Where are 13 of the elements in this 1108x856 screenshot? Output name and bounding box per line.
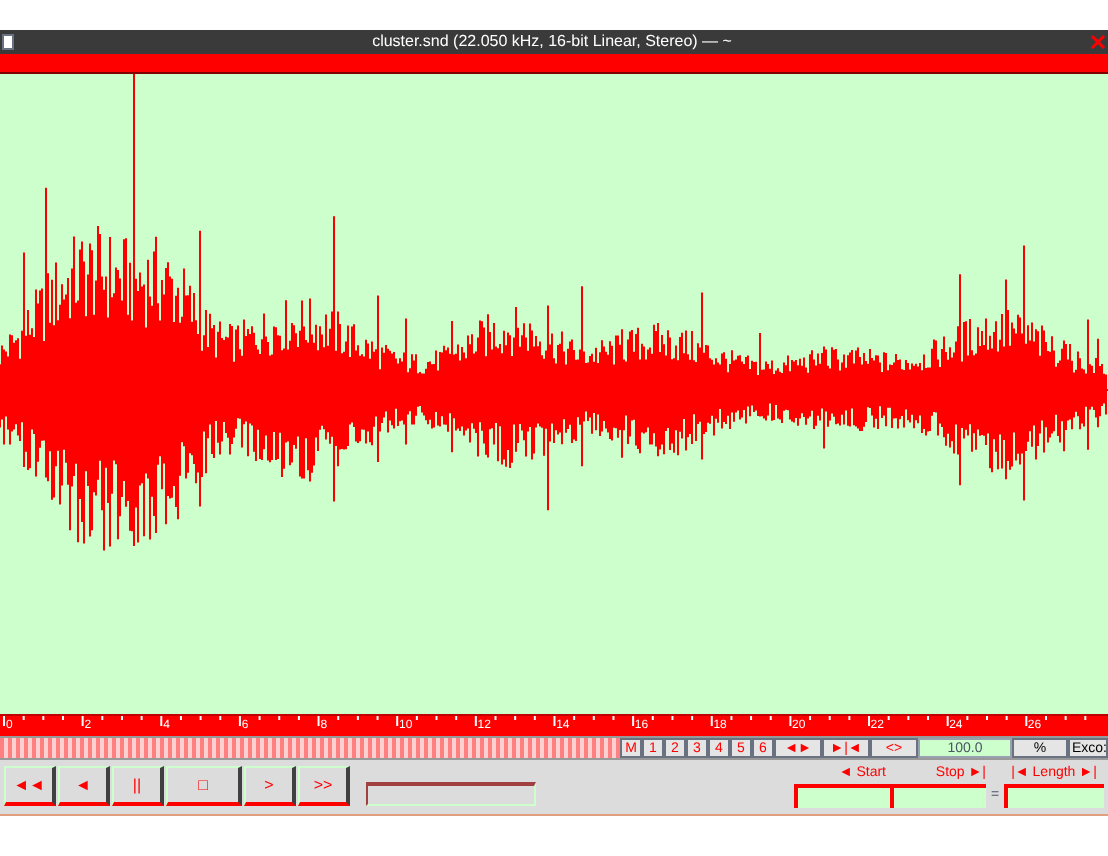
close-icon[interactable]	[1090, 34, 1106, 50]
transport-button[interactable]: □	[166, 766, 242, 806]
transport-button[interactable]: ◄◄	[4, 766, 56, 806]
window-title: cluster.snd (22.050 kHz, 16-bit Linear, Stereo) — ~	[370, 30, 734, 54]
length-field[interactable]	[1004, 784, 1104, 808]
transport-button[interactable]: >	[244, 766, 296, 806]
input-field[interactable]	[366, 782, 536, 806]
transport-button[interactable]: ◄	[58, 766, 110, 806]
window-menu-icon[interactable]	[2, 34, 14, 50]
stop-field[interactable]	[890, 784, 986, 808]
start-field[interactable]	[794, 784, 890, 808]
transport-button[interactable]: >>	[298, 766, 350, 806]
transport-button[interactable]: ||	[112, 766, 164, 806]
